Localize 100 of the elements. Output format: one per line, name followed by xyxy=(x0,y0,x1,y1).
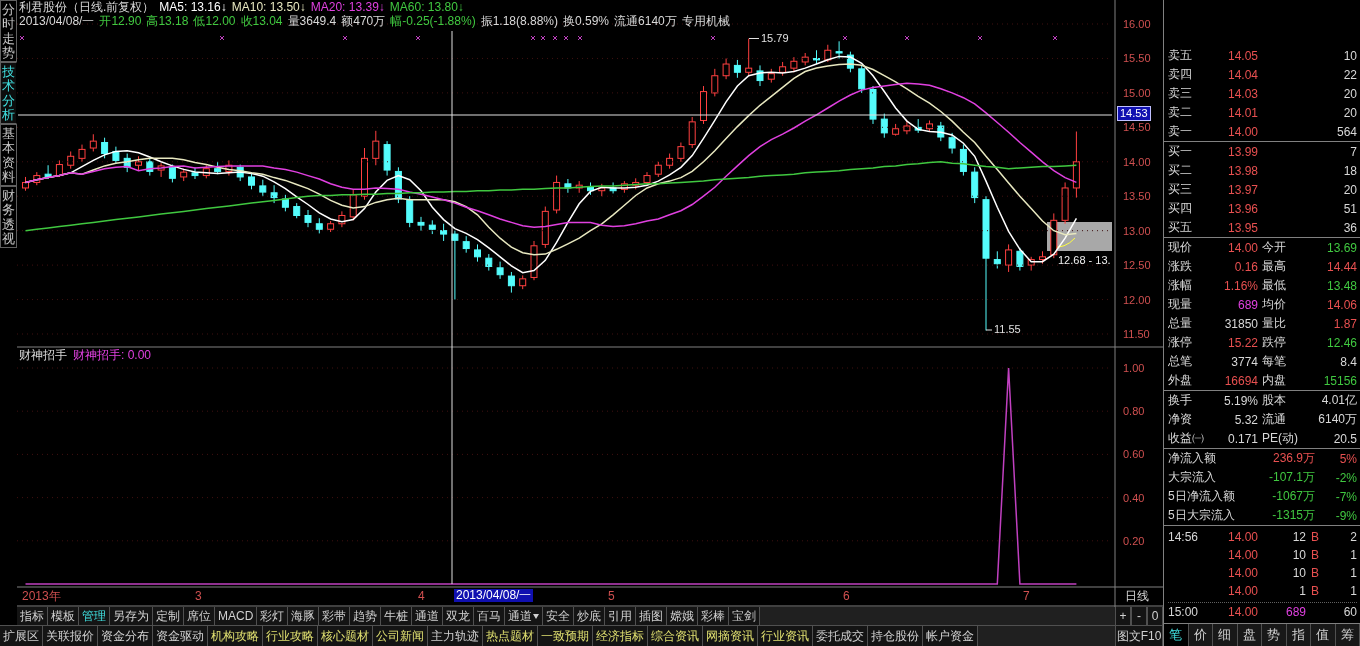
date-axis-label: 2013年 xyxy=(22,590,61,603)
bid-price: 13.95 xyxy=(1226,220,1258,235)
quote-info: 振1.18(8.88%) xyxy=(480,14,558,28)
flow-percent: -7% xyxy=(1334,489,1357,504)
stat-label: 均价 xyxy=(1261,296,1287,313)
stat-label: 净资 xyxy=(1168,411,1193,428)
bid-label: 买一 xyxy=(1168,143,1193,160)
flow-label: 5日大宗流入 xyxy=(1168,507,1236,524)
quote-info: 开12.90 xyxy=(99,14,142,28)
ask-volume: 10 xyxy=(1342,48,1357,63)
stat-label: 涨跌 xyxy=(1168,258,1193,275)
bid-volume: 7 xyxy=(1349,144,1357,159)
bid-volume: 51 xyxy=(1342,201,1357,216)
stat-value: 15156 xyxy=(1322,373,1357,388)
stat-value: 0.171 xyxy=(1226,431,1258,446)
price-cursor-label: 14.53 xyxy=(1117,106,1151,121)
indicator-title: 财神招手 xyxy=(19,349,67,362)
flow-value: -107.1万 xyxy=(1267,469,1315,486)
tick-time: 15:00 xyxy=(1168,605,1200,619)
tick-price: 14.00 xyxy=(1226,548,1258,562)
date-cursor-label: 2013/04/08/一 xyxy=(454,589,534,602)
stat-value: 3774 xyxy=(1230,354,1258,369)
flow-percent: -2% xyxy=(1334,470,1357,485)
quote-info: 专用机械 xyxy=(681,14,730,28)
stat-label: 今开 xyxy=(1261,239,1287,256)
tick-price: 14.00 xyxy=(1226,605,1258,619)
ask-price: 14.00 xyxy=(1226,124,1258,139)
ask-label: 卖一 xyxy=(1168,123,1193,140)
stat-label: 现价 xyxy=(1168,239,1193,256)
price-axis-label: 12.00 xyxy=(1123,293,1151,306)
tick-volume: 689 xyxy=(1284,605,1306,619)
stat-label: 流通 xyxy=(1261,411,1287,428)
moving-average-label: MA10: 13.50↓ xyxy=(231,0,306,14)
bid-label: 买二 xyxy=(1168,162,1193,179)
stat-value: 1.87 xyxy=(1332,316,1357,331)
ask-label: 卖四 xyxy=(1168,66,1193,83)
stat-label: 涨幅 xyxy=(1168,277,1193,294)
tick-count: 1 xyxy=(1349,548,1357,562)
ask-label: 卖二 xyxy=(1168,104,1193,121)
price-axis-label: 15.50 xyxy=(1123,52,1151,65)
stat-value: 14.06 xyxy=(1325,297,1357,312)
price-axis-label: 11.50 xyxy=(1123,328,1150,340)
range-label: 12.68 - 13. xyxy=(1058,254,1111,267)
period-label: 日线 xyxy=(1125,590,1149,603)
ask-price: 14.04 xyxy=(1226,67,1258,82)
stat-value: 13.69 xyxy=(1325,240,1357,255)
tick-price: 14.00 xyxy=(1226,584,1258,598)
ask-volume: 20 xyxy=(1342,105,1357,120)
price-axis-label: 14.00 xyxy=(1123,155,1151,168)
flow-value: 236.9万 xyxy=(1271,450,1315,467)
quote-info: 幅-0.25(-1.88%) xyxy=(390,14,476,28)
tick-side: B xyxy=(1310,584,1320,598)
quote-info: 2013/04/08/一 xyxy=(19,14,95,28)
tick-count: 1 xyxy=(1349,566,1357,580)
flow-percent: -9% xyxy=(1334,508,1357,523)
stat-label: 收益㈠ xyxy=(1168,430,1205,447)
ask-price: 14.01 xyxy=(1226,105,1258,120)
ask-volume: 564 xyxy=(1335,124,1357,139)
stat-label: 股本 xyxy=(1261,392,1287,409)
stat-value: 8.4 xyxy=(1339,354,1357,369)
quote-info: 额470万 xyxy=(341,14,386,28)
flow-label: 5日净流入额 xyxy=(1168,488,1236,505)
price-axis-label: 13.00 xyxy=(1123,224,1151,237)
stat-label: 涨停 xyxy=(1168,334,1193,351)
stat-label: 现量 xyxy=(1168,296,1193,313)
tick-side: B xyxy=(1310,530,1320,544)
indicator-reading: 财神招手: 0.00 xyxy=(73,349,152,362)
stat-value: 5.32 xyxy=(1233,412,1258,427)
quote-info: 低12.00 xyxy=(193,14,236,28)
ask-price: 14.03 xyxy=(1226,86,1258,101)
price-axis-label: 12.50 xyxy=(1123,259,1151,272)
flow-value: -1315万 xyxy=(1271,507,1315,524)
quote-info: 高13.18 xyxy=(146,14,189,28)
price-axis-label: 15.00 xyxy=(1123,86,1151,99)
price-annotation: 11.55 xyxy=(994,323,1021,336)
date-axis-label: 7 xyxy=(1023,590,1030,603)
stat-value: 15.22 xyxy=(1226,335,1258,350)
price-axis-label: 16.00 xyxy=(1123,18,1151,30)
stat-value: 689 xyxy=(1236,297,1258,312)
date-axis-label: 6 xyxy=(843,590,850,603)
date-axis-label: 5 xyxy=(608,590,615,603)
date-axis-label: 4 xyxy=(418,590,425,603)
tick-volume: 10 xyxy=(1291,566,1306,580)
tick-time: 14:56 xyxy=(1168,530,1200,544)
tick-count: 1 xyxy=(1349,584,1357,598)
bid-price: 13.98 xyxy=(1226,163,1258,178)
quote-info: 收13.04 xyxy=(240,14,283,28)
tick-volume: 10 xyxy=(1291,548,1306,562)
tick-count: 2 xyxy=(1349,530,1357,544)
tick-side: B xyxy=(1310,566,1320,580)
quote-info: 量3649.4 xyxy=(287,14,337,28)
stat-label: 总量 xyxy=(1168,315,1193,332)
stat-value: 14.00 xyxy=(1226,240,1258,255)
quote-info: 换0.59% xyxy=(563,14,610,28)
flow-percent: 5% xyxy=(1338,451,1357,466)
stat-label: 内盘 xyxy=(1261,372,1287,389)
date-axis-label: 3 xyxy=(195,590,202,603)
stat-value: 14.44 xyxy=(1325,259,1357,274)
stat-label: 换手 xyxy=(1168,392,1193,409)
stat-value: 6140万 xyxy=(1317,411,1357,428)
